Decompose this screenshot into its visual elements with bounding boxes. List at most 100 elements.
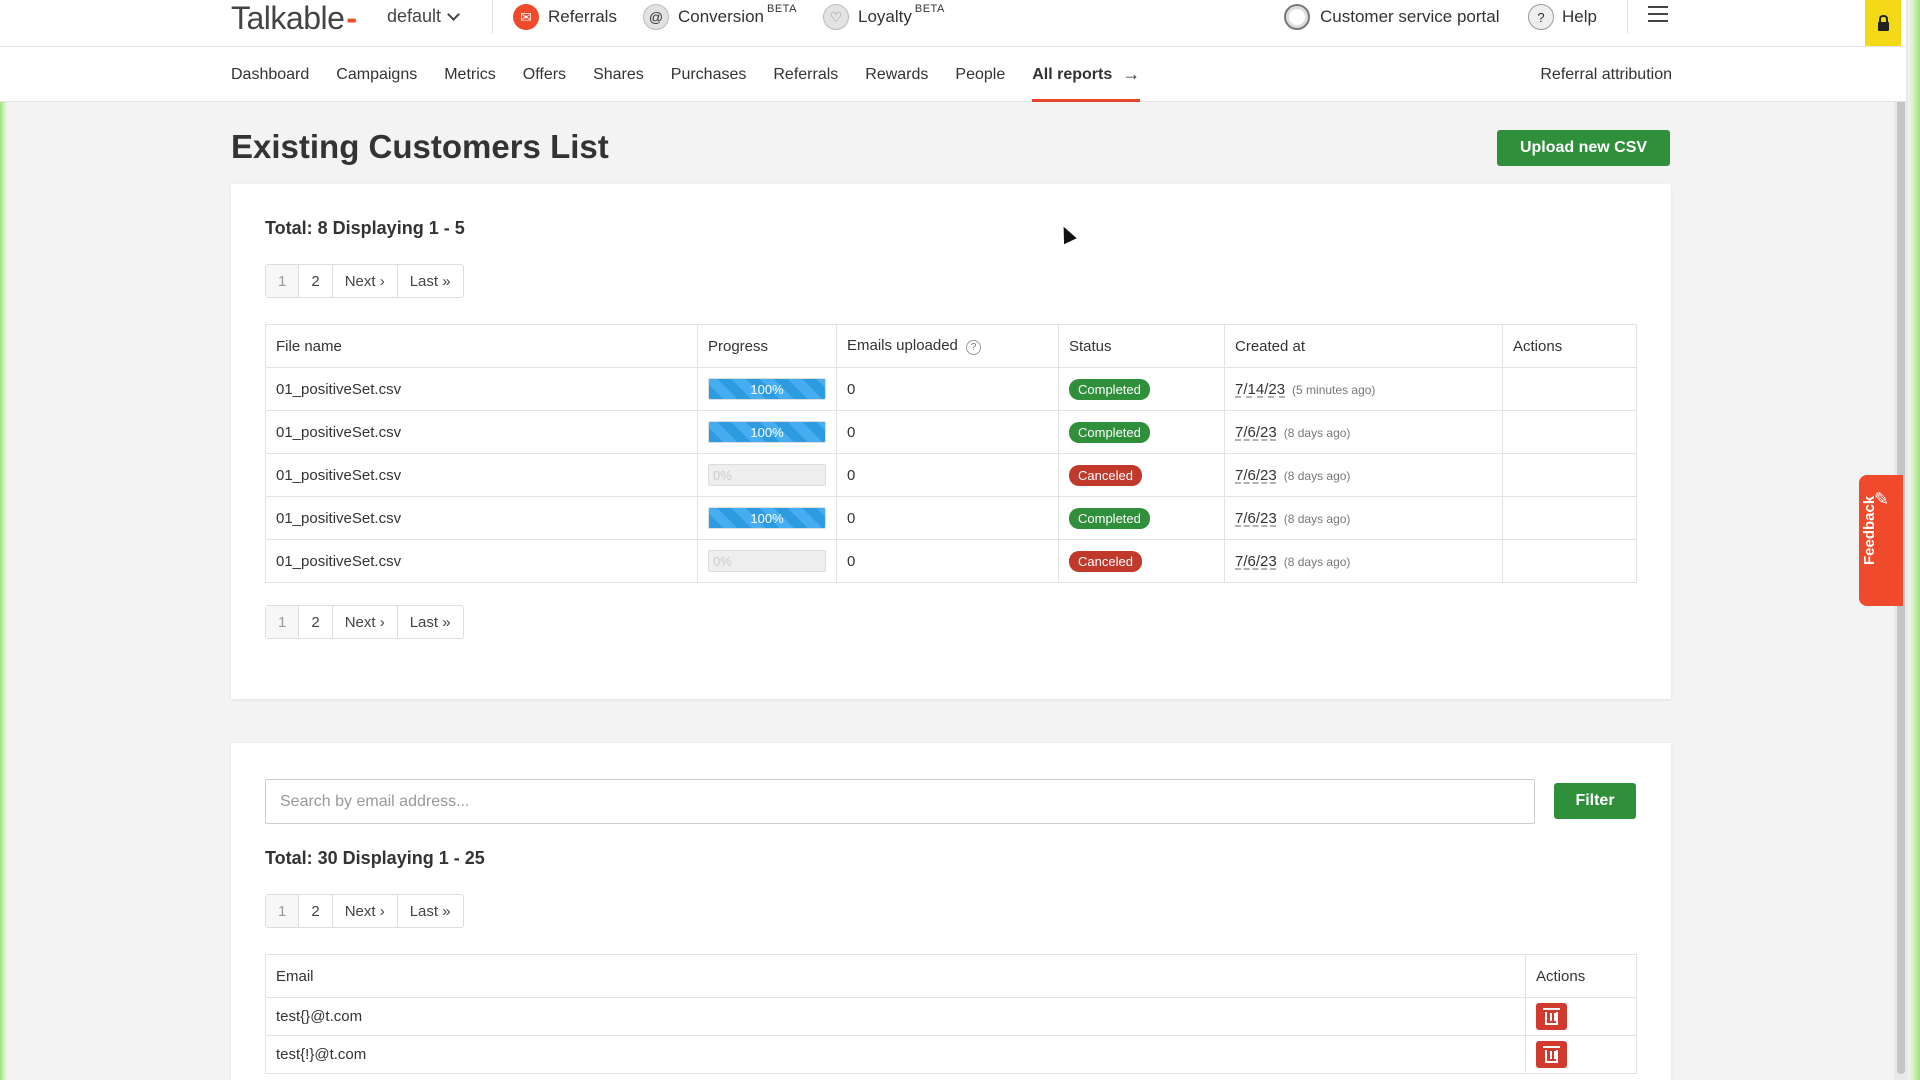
col-progress: Progress: [697, 324, 837, 368]
site-selector[interactable]: default: [387, 6, 460, 27]
created-at-cell: 7/6/23 (8 days ago): [1224, 453, 1503, 497]
tab-people[interactable]: People: [955, 47, 1005, 102]
help-link[interactable]: ? Help: [1528, 4, 1597, 30]
relative-time: (8 days ago): [1283, 511, 1351, 526]
megaphone-icon: ✉: [513, 4, 539, 30]
emails-pager: 1 2 Next › Last »: [265, 894, 464, 928]
table-header-row: Email Actions: [265, 954, 1637, 998]
page-2-link[interactable]: 2: [298, 265, 331, 297]
created-date: 7/6/23: [1235, 509, 1277, 527]
emails-uploaded-cell: 0: [836, 453, 1059, 497]
status-cell: Canceled: [1058, 453, 1225, 497]
uploads-table: File name Progress Emails uploaded ? Sta…: [265, 324, 1637, 583]
actions-cell: [1502, 367, 1637, 411]
table-row: 01_positiveSet.csv 0% 0 Canceled 7/6/23 (8 da…: [265, 453, 1637, 497]
email-search-input[interactable]: [265, 779, 1535, 824]
emails-uploaded-cell: 0: [836, 367, 1059, 411]
status-cell: Canceled: [1058, 539, 1225, 583]
progress-bar: 0%: [708, 464, 826, 486]
tab-campaigns[interactable]: Campaigns: [336, 47, 417, 102]
trash-icon[interactable]: [1536, 1003, 1567, 1030]
created-at-cell: 7/6/23 (8 days ago): [1224, 496, 1503, 540]
table-row: 01_positiveSet.csv 100% 0 Completed 7/6/23 (8…: [265, 496, 1637, 540]
tab-all-reports[interactable]: All reports →: [1032, 47, 1141, 102]
table-row: 01_positiveSet.csv 0% 0 Canceled 7/6/23 (8 da…: [265, 539, 1637, 583]
tab-dashboard[interactable]: Dashboard: [231, 47, 309, 102]
page-1-link[interactable]: 1: [266, 606, 299, 638]
emails-total: Total: 30 Displaying 1 - 25: [265, 848, 485, 868]
page-1-link[interactable]: 1: [266, 265, 299, 297]
actions-cell: [1502, 539, 1637, 583]
col-status: Status: [1058, 324, 1225, 368]
report-nav: Dashboard Campaigns Metrics Offers Share…: [0, 47, 1906, 102]
tab-offers[interactable]: Offers: [523, 47, 566, 102]
tab-purchases[interactable]: Purchases: [671, 47, 747, 102]
table-header-row: File name Progress Emails uploaded ? Sta…: [265, 324, 1637, 368]
last-page-link[interactable]: Last »: [396, 265, 463, 297]
file-name-cell: 01_positiveSet.csv: [265, 367, 698, 411]
table-row: test{!}@t.com: [265, 1035, 1637, 1074]
right-edge-decoration: [1908, 0, 1920, 1080]
referral-attribution-link[interactable]: Referral attribution: [1540, 47, 1672, 102]
page-1-link[interactable]: 1: [266, 895, 299, 927]
table-row: 01_positiveSet.csv 100% 0 Completed 7/14/23 (…: [265, 367, 1637, 411]
at-sign-icon: @: [643, 4, 669, 30]
uploads-pager-top: 1 2 Next › Last »: [265, 264, 464, 298]
emails-uploaded-cell: 0: [836, 410, 1059, 454]
actions-cell: [1525, 997, 1637, 1036]
page-2-link[interactable]: 2: [298, 606, 331, 638]
emails-table: Email Actions test{}@t.com test{!}@t.com: [265, 954, 1637, 1074]
last-page-link[interactable]: Last »: [396, 606, 463, 638]
created-at-cell: 7/6/23 (8 days ago): [1224, 539, 1503, 583]
progress-cell: 100%: [697, 496, 837, 540]
status-badge: Completed: [1069, 507, 1150, 529]
col-file-name: File name: [265, 324, 698, 368]
created-at-cell: 7/14/23 (5 minutes ago): [1224, 367, 1503, 411]
next-page-link[interactable]: Next ›: [331, 265, 397, 297]
progress-cell: 100%: [697, 367, 837, 411]
next-page-link[interactable]: Next ›: [331, 895, 397, 927]
table-row: test{}@t.com: [265, 997, 1637, 1036]
relative-time: (5 minutes ago): [1292, 382, 1376, 397]
status-cell: Completed: [1058, 410, 1225, 454]
status-badge: Completed: [1069, 421, 1150, 443]
created-at-cell: 7/6/23 (8 days ago): [1224, 410, 1503, 454]
upload-csv-button[interactable]: Upload new CSV: [1497, 130, 1670, 166]
status-badge: Canceled: [1069, 464, 1142, 486]
actions-cell: [1502, 453, 1637, 497]
col-actions: Actions: [1525, 954, 1637, 998]
status-cell: Completed: [1058, 496, 1225, 540]
divider: [1627, 0, 1628, 34]
created-date: 7/6/23: [1235, 423, 1277, 441]
last-page-link[interactable]: Last »: [396, 895, 463, 927]
file-name-cell: 01_positiveSet.csv: [265, 410, 698, 454]
info-icon[interactable]: ?: [966, 340, 982, 355]
nav-tabs: Dashboard Campaigns Metrics Offers Share…: [231, 47, 1167, 102]
product-conversion[interactable]: @ Conversion BETA: [643, 3, 797, 30]
actions-cell: [1502, 496, 1637, 540]
file-name-cell: 01_positiveSet.csv: [265, 453, 698, 497]
customer-service-portal-link[interactable]: Customer service portal: [1284, 4, 1500, 30]
relative-time: (8 days ago): [1283, 425, 1351, 440]
menu-icon[interactable]: [1648, 6, 1668, 24]
tab-referrals[interactable]: Referrals: [773, 47, 838, 102]
talkable-logo[interactable]: Talkable -: [231, 0, 357, 36]
feedback-tab[interactable]: ✎ Feedback: [1859, 475, 1903, 606]
top-bar: Talkable - default ✉ Referrals @ Conversion…: [0, 0, 1906, 47]
arrow-right-icon: →: [1122, 64, 1141, 84]
trash-icon[interactable]: [1536, 1041, 1567, 1068]
product-referrals[interactable]: ✉ Referrals: [513, 4, 617, 30]
file-name-cell: 01_positiveSet.csv: [265, 496, 698, 540]
lock-icon[interactable]: [1865, 0, 1901, 46]
progress-cell: 0%: [697, 453, 837, 497]
tab-shares[interactable]: Shares: [593, 47, 644, 102]
product-loyalty[interactable]: ♡ Loyalty BETA: [823, 3, 945, 30]
col-emails-uploaded: Emails uploaded ?: [836, 324, 1059, 368]
page-2-link[interactable]: 2: [298, 895, 331, 927]
tab-rewards[interactable]: Rewards: [865, 47, 928, 102]
logo-mark-icon: -: [346, 0, 357, 36]
filter-button[interactable]: Filter: [1554, 783, 1636, 819]
tab-metrics[interactable]: Metrics: [444, 47, 496, 102]
progress-bar: 100%: [708, 507, 826, 529]
next-page-link[interactable]: Next ›: [331, 606, 397, 638]
